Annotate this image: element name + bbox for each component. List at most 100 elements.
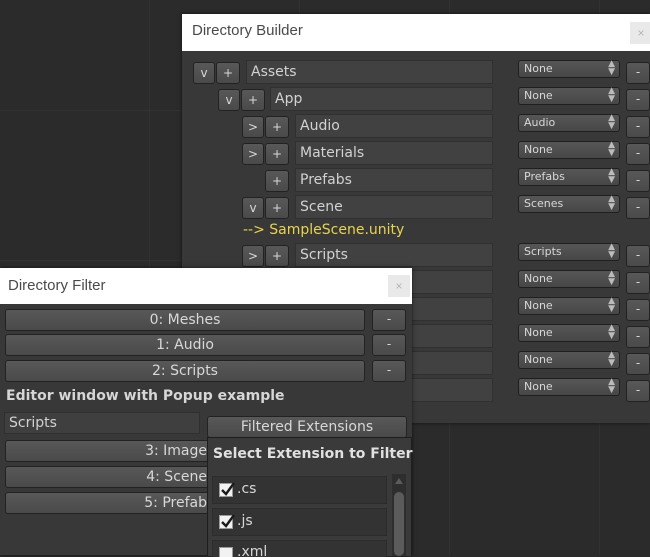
scrollbar-thumb[interactable] (394, 492, 404, 556)
remove-folder-button-audio[interactable]: - (626, 116, 650, 138)
updown-arrows-icon: ▲ ▼ (608, 323, 615, 341)
folder-name-field[interactable] (410, 378, 493, 402)
preset-value: Prefabs (524, 170, 565, 183)
preset-dropdown-prefabs[interactable]: Prefabs ▲ ▼ (518, 168, 620, 186)
directory-builder-titlebar[interactable]: Directory Builder × (182, 14, 650, 51)
preset-value: None (524, 89, 553, 102)
directory-builder-title: Directory Builder (192, 22, 303, 39)
extension-option-js[interactable]: .js (212, 508, 387, 536)
preset-dropdown[interactable]: None ▲ ▼ (518, 378, 620, 396)
extension-label: .js (237, 513, 253, 529)
directory-filter-close-button[interactable]: × (388, 275, 410, 297)
add-folder-button-app[interactable]: + (241, 89, 265, 111)
preset-dropdown[interactable]: None ▲ ▼ (518, 270, 620, 288)
add-folder-button-materials[interactable]: + (265, 143, 289, 165)
preset-dropdown-audio[interactable]: Audio ▲ ▼ (518, 114, 620, 132)
preset-dropdown-scene[interactable]: Scenes ▲ ▼ (518, 195, 620, 213)
folder-name-field[interactable] (410, 351, 493, 375)
remove-filter-button[interactable]: - (372, 360, 406, 382)
add-folder-button-prefabs[interactable]: + (265, 170, 289, 192)
folder-name-field[interactable] (410, 270, 493, 294)
preset-dropdown-scripts[interactable]: Scripts ▲ ▼ (518, 243, 620, 261)
folder-name-field-scripts[interactable]: Scripts (295, 243, 493, 267)
extension-option-cs[interactable]: .cs (212, 476, 387, 504)
folder-name-field[interactable] (410, 297, 493, 321)
expand-toggle-materials[interactable]: > (242, 143, 264, 165)
preset-dropdown[interactable]: None ▲ ▼ (518, 324, 620, 342)
checkbox-checked[interactable] (219, 482, 235, 497)
remove-folder-button-prefabs[interactable]: - (626, 170, 650, 192)
preset-dropdown[interactable]: None ▲ ▼ (518, 297, 620, 315)
directory-builder-close-button[interactable]: × (630, 22, 650, 44)
remove-filter-button[interactable]: - (372, 334, 406, 356)
remove-folder-button[interactable]: - (626, 353, 650, 375)
preset-value: None (524, 353, 553, 366)
filtered-extensions-button[interactable]: Filtered Extensions (207, 416, 407, 438)
preset-value: Audio (524, 116, 556, 129)
folder-name-field-audio[interactable]: Audio (295, 114, 493, 138)
directory-filter-title: Directory Filter (8, 277, 106, 294)
filter-entry-button[interactable]: 5: Prefab (5, 492, 210, 514)
preset-dropdown-app[interactable]: None ▲ ▼ (518, 87, 620, 105)
updown-arrows-icon: ▲ ▼ (608, 113, 615, 131)
remove-folder-button[interactable]: - (626, 380, 650, 402)
extension-label: .xml (237, 544, 268, 557)
remove-filter-button[interactable]: - (372, 309, 406, 331)
remove-folder-button-app[interactable]: - (626, 89, 650, 111)
remove-folder-button[interactable]: - (626, 272, 650, 294)
scroll-up-arrow-icon[interactable] (395, 478, 403, 484)
preset-value: None (524, 272, 553, 285)
remove-folder-button-scripts[interactable]: - (626, 245, 650, 267)
filter-entry-button[interactable]: 2: Scripts (5, 360, 365, 382)
expand-toggle-audio[interactable]: > (242, 116, 264, 138)
expand-toggle-assets[interactable]: v (193, 62, 215, 84)
add-folder-button-scene[interactable]: + (265, 197, 289, 219)
updown-arrows-icon: ▲ ▼ (608, 296, 615, 314)
popup-title: Select Extension to Filter (213, 446, 413, 462)
scene-file-label: --> SampleScene.unity (243, 222, 405, 238)
updown-arrows-icon: ▲ ▼ (608, 59, 615, 77)
folder-name-field-scene[interactable]: Scene (295, 195, 493, 219)
preset-dropdown-materials[interactable]: None ▲ ▼ (518, 141, 620, 159)
folder-name-field[interactable] (410, 324, 493, 348)
updown-arrows-icon: ▲ ▼ (608, 269, 615, 287)
updown-arrows-icon: ▲ ▼ (608, 167, 615, 185)
expand-toggle-scene[interactable]: v (242, 197, 264, 219)
remove-folder-button-scene[interactable]: - (626, 197, 650, 219)
checkmark-icon (221, 482, 235, 496)
remove-folder-button-materials[interactable]: - (626, 143, 650, 165)
expand-toggle-app[interactable]: v (218, 89, 240, 111)
remove-folder-button-assets[interactable]: - (626, 62, 650, 84)
preset-value: Scenes (524, 197, 564, 210)
updown-arrows-icon: ▲ ▼ (608, 194, 615, 212)
folder-name-field-assets[interactable]: Assets (246, 60, 493, 84)
preset-dropdown-assets[interactable]: None ▲ ▼ (518, 60, 620, 78)
expand-toggle-scripts[interactable]: > (242, 245, 264, 267)
popup-scrollbar[interactable] (392, 474, 406, 556)
checkbox-checked[interactable] (219, 514, 235, 529)
directory-filter-titlebar[interactable]: Directory Filter × (0, 268, 412, 304)
preset-value: None (524, 380, 553, 393)
filter-entry-button[interactable]: 1: Audio (5, 334, 365, 356)
selected-extension-field[interactable]: Scripts (4, 412, 200, 434)
checkbox-unchecked[interactable] (219, 547, 233, 557)
extension-option-xml[interactable]: .xml (212, 540, 387, 557)
add-folder-button-audio[interactable]: + (265, 116, 289, 138)
remove-folder-button[interactable]: - (626, 299, 650, 321)
filter-entry-button[interactable]: 3: Image (5, 440, 210, 462)
preset-value: None (524, 62, 553, 75)
extension-filter-popup: Select Extension to Filter .cs .js .xml (207, 437, 413, 557)
folder-name-field-materials[interactable]: Materials (295, 141, 493, 165)
add-folder-button-scripts[interactable]: + (265, 245, 289, 267)
updown-arrows-icon: ▲ ▼ (608, 242, 615, 260)
section-heading: Editor window with Popup example (6, 388, 285, 404)
add-folder-button-assets[interactable]: + (216, 62, 240, 84)
filter-entry-button[interactable]: 4: Scene (5, 466, 210, 488)
folder-name-field-prefabs[interactable]: Prefabs (295, 168, 493, 192)
folder-name-field-app[interactable]: App (270, 87, 493, 111)
updown-arrows-icon: ▲ ▼ (608, 86, 615, 104)
preset-dropdown[interactable]: None ▲ ▼ (518, 351, 620, 369)
remove-folder-button[interactable]: - (626, 326, 650, 348)
preset-value: None (524, 326, 553, 339)
filter-entry-button[interactable]: 0: Meshes (5, 309, 365, 331)
